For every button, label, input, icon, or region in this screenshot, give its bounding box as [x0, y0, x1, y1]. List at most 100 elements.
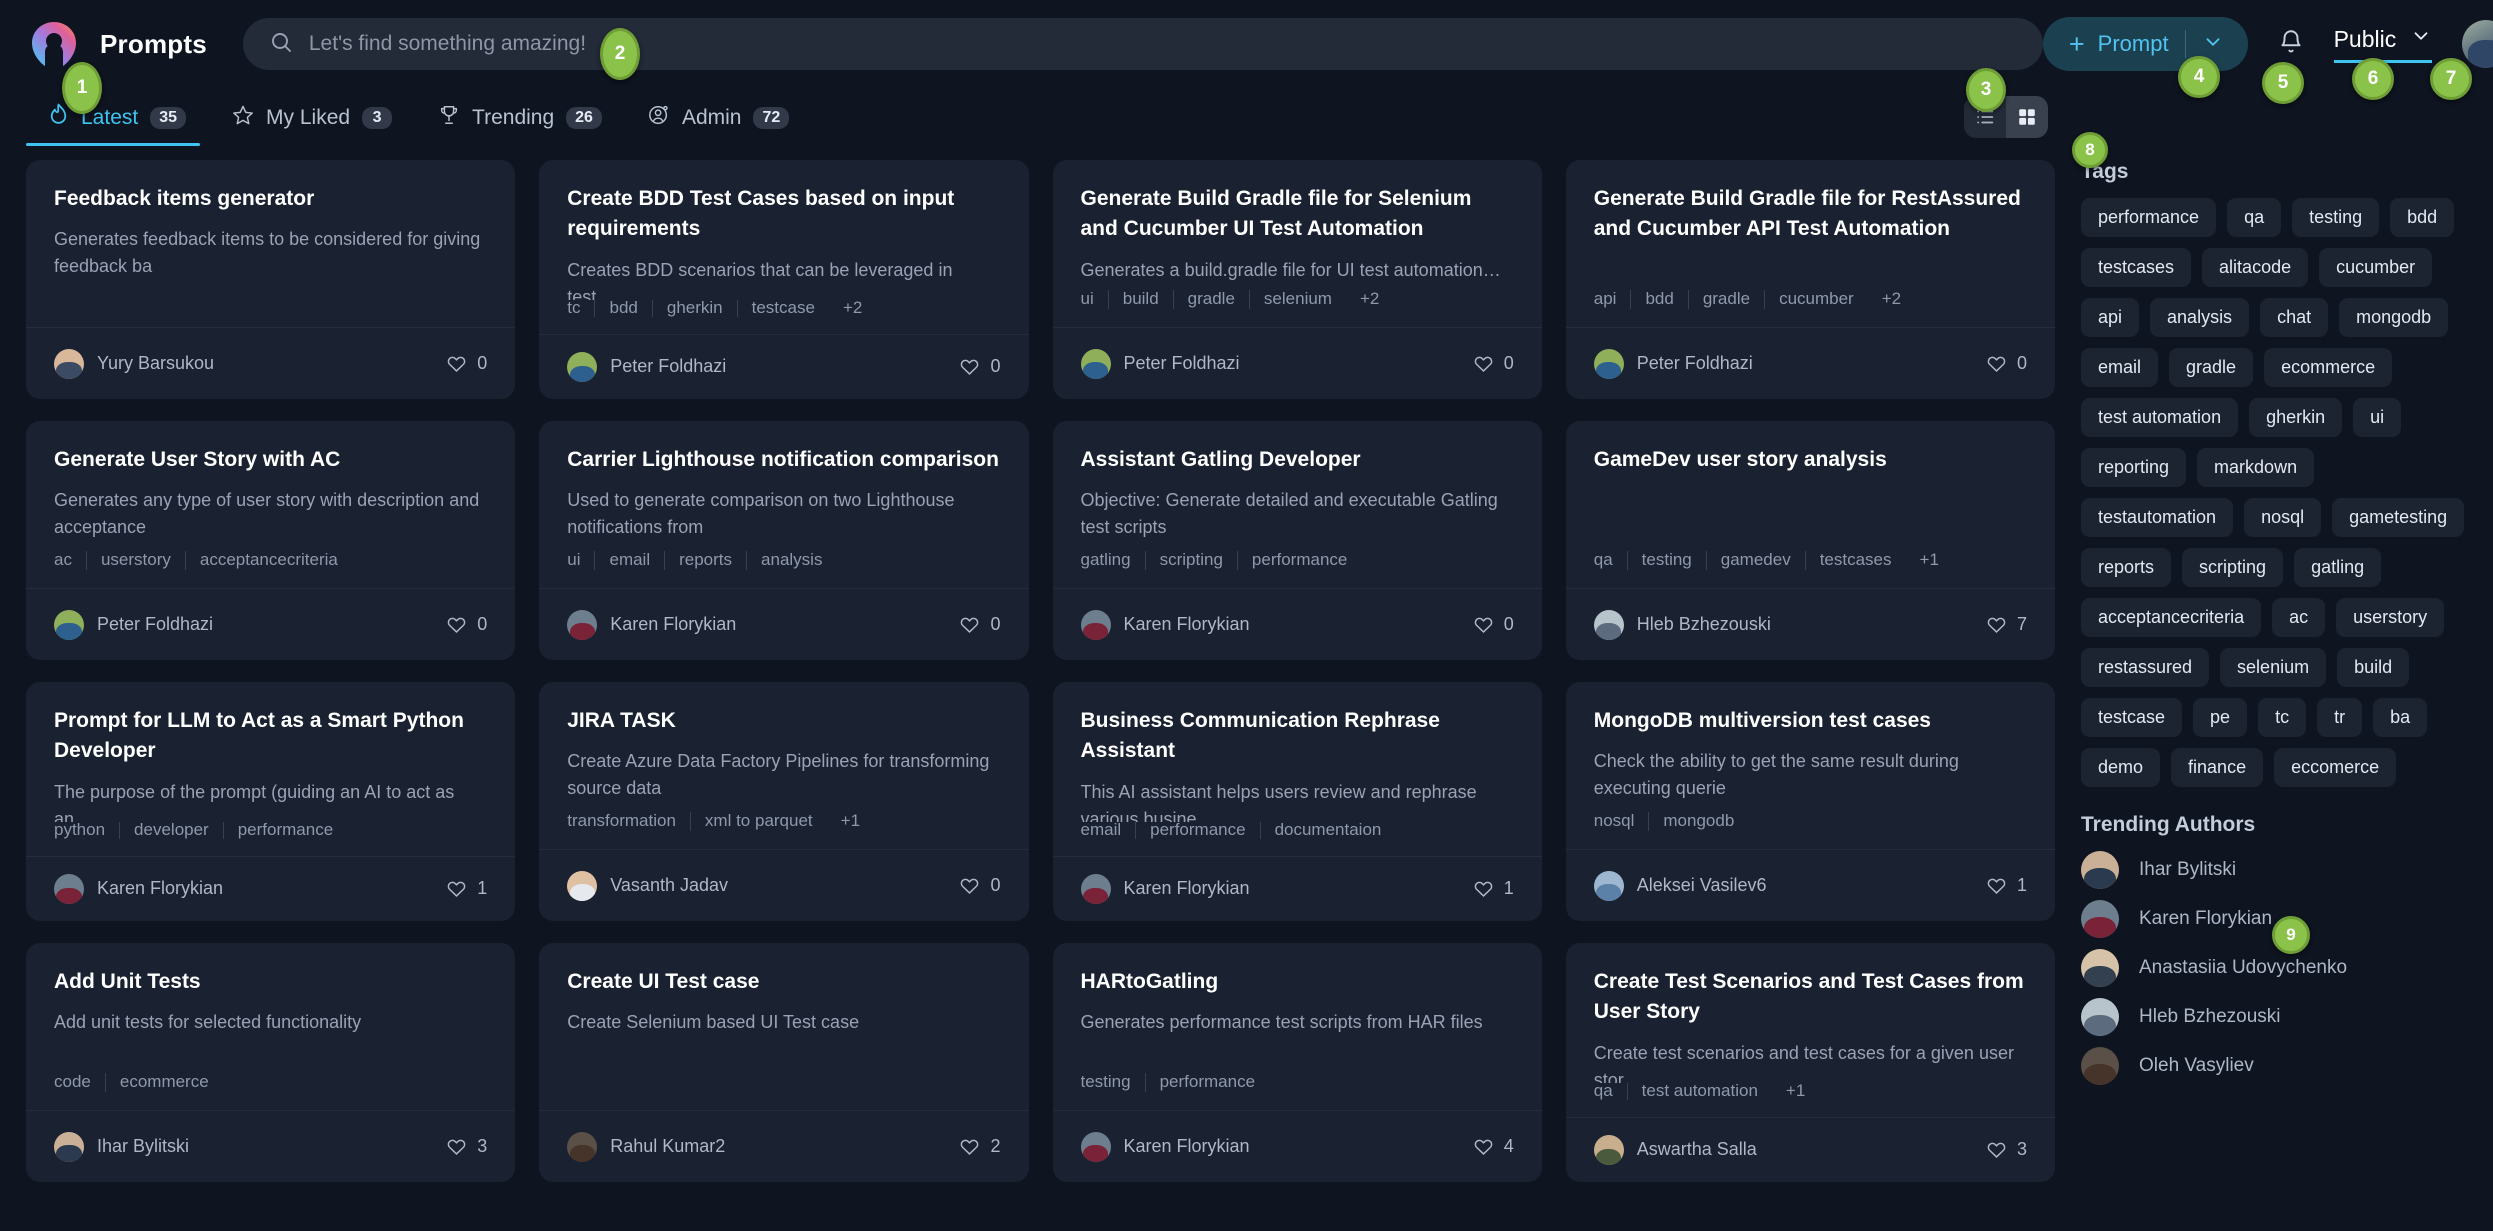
card-tag[interactable]: gherkin — [653, 300, 737, 318]
sidebar-tag[interactable]: userstory — [2336, 598, 2445, 637]
card-tag[interactable]: gatling — [1081, 550, 1145, 570]
card-tag[interactable]: nosql — [1594, 811, 1649, 831]
prompt-card[interactable]: Create BDD Test Cases based on input req… — [539, 160, 1029, 399]
chevron-down-icon[interactable] — [2202, 31, 2224, 58]
card-tag[interactable]: test automation — [1628, 1083, 1772, 1101]
prompt-card[interactable]: Carrier Lighthouse notification comparis… — [539, 421, 1029, 660]
add-prompt-button[interactable]: + Prompt — [2042, 17, 2248, 71]
card-author[interactable]: Karen Florykian — [567, 609, 736, 640]
sidebar-tag[interactable]: tc — [2258, 698, 2307, 737]
sidebar-tag[interactable]: demo — [2081, 748, 2161, 787]
sidebar-tag[interactable]: bdd — [2390, 198, 2455, 237]
card-tag[interactable]: reports — [665, 550, 746, 570]
like-button[interactable]: 0 — [959, 875, 1001, 896]
sidebar-tag[interactable]: gametesting — [2332, 498, 2465, 537]
sidebar-tag[interactable]: tr — [2317, 698, 2363, 737]
card-tag[interactable]: gamedev — [1707, 550, 1805, 570]
sidebar-tag[interactable]: mongodb — [2339, 298, 2449, 337]
trending-author-item[interactable]: Anastasiia Udovychenko — [2081, 949, 2467, 987]
card-tag[interactable]: api — [1594, 289, 1631, 309]
sidebar-tag[interactable]: restassured — [2081, 648, 2210, 687]
like-button[interactable]: 3 — [446, 1136, 487, 1157]
sidebar-tag[interactable]: testcases — [2081, 248, 2192, 287]
like-button[interactable]: 1 — [1986, 875, 2027, 896]
card-tag-overflow[interactable]: +2 — [1346, 289, 1379, 309]
card-tag[interactable]: tc — [567, 300, 594, 318]
like-button[interactable]: 0 — [959, 614, 1001, 635]
card-tag[interactable]: testcases — [1806, 550, 1906, 570]
card-tag[interactable]: testing — [1081, 1072, 1145, 1092]
card-author[interactable]: Karen Florykian — [1080, 873, 1250, 904]
like-button[interactable]: 4 — [1473, 1136, 1514, 1157]
sidebar-tag[interactable]: markdown — [2197, 448, 2315, 487]
card-author[interactable]: Karen Florykian — [54, 873, 223, 904]
card-tag[interactable]: transformation — [567, 811, 690, 831]
card-tag[interactable]: ac — [54, 550, 86, 570]
sidebar-tag[interactable]: ui — [2353, 398, 2402, 437]
sidebar-tag[interactable]: ac — [2272, 598, 2326, 637]
prompt-card[interactable]: Generate Build Gradle file for Selenium … — [1052, 160, 1542, 399]
visibility-selector[interactable]: Public — [2333, 25, 2433, 63]
grid-view-icon[interactable] — [2006, 96, 2048, 138]
card-author[interactable]: Peter Foldhazi — [1593, 348, 1753, 379]
tab-admin[interactable]: Admin 72 — [626, 104, 813, 146]
prompt-card[interactable]: Generate Build Gradle file for RestAssur… — [1565, 160, 2055, 399]
brand[interactable]: Prompts — [26, 16, 207, 72]
card-tag[interactable]: performance — [224, 822, 347, 840]
sidebar-tag[interactable]: gherkin — [2249, 398, 2343, 437]
sidebar-tag[interactable]: build — [2337, 648, 2410, 687]
trending-author-item[interactable]: Hleb Bzhezouski — [2081, 998, 2467, 1036]
like-button[interactable]: 0 — [1473, 353, 1514, 374]
card-tag[interactable]: ui — [567, 550, 594, 570]
search-input[interactable]: Let's find something amazing! — [242, 18, 2043, 70]
prompt-card[interactable]: MongoDB multiversion test cases Check the… — [1565, 682, 2055, 921]
card-author[interactable]: Ihar Bylitski — [54, 1131, 189, 1162]
card-author[interactable]: Aswartha Salla — [1593, 1134, 1757, 1165]
card-author[interactable]: Peter Foldhazi — [1080, 348, 1240, 379]
like-button[interactable]: 2 — [959, 1136, 1001, 1157]
card-tag[interactable]: code — [54, 1072, 105, 1092]
card-tag[interactable]: selenium — [1250, 289, 1346, 309]
card-tag[interactable]: mongodb — [1649, 811, 1748, 831]
trending-author-item[interactable]: Ihar Bylitski — [2081, 851, 2467, 889]
sidebar-tag[interactable]: test automation — [2081, 398, 2239, 437]
card-tag[interactable]: performance — [1136, 822, 1259, 840]
card-tag[interactable]: bdd — [1631, 289, 1687, 309]
card-author[interactable]: Peter Foldhazi — [54, 609, 213, 640]
sidebar-tag[interactable]: acceptancecriteria — [2081, 598, 2262, 637]
like-button[interactable]: 1 — [446, 878, 487, 899]
sidebar-tag[interactable]: cucumber — [2319, 248, 2433, 287]
sidebar-tag[interactable]: testing — [2292, 198, 2380, 237]
prompt-card[interactable]: Create UI Test case Create Selenium based… — [539, 943, 1029, 1182]
card-tag[interactable]: email — [1081, 822, 1136, 840]
sidebar-tag[interactable]: testautomation — [2081, 498, 2234, 537]
like-button[interactable]: 0 — [959, 356, 1001, 377]
card-tag[interactable]: testcase — [738, 300, 829, 318]
sidebar-tag[interactable]: performance — [2081, 198, 2217, 237]
sidebar-tag[interactable]: gradle — [2169, 348, 2254, 387]
card-tag[interactable]: ecommerce — [106, 1072, 223, 1092]
card-tag[interactable]: bdd — [595, 300, 651, 318]
card-author[interactable]: Vasanth Jadav — [567, 870, 728, 901]
card-author[interactable]: Hleb Bzhezouski — [1593, 609, 1771, 640]
card-tag[interactable]: documentaion — [1261, 822, 1396, 840]
tab-latest[interactable]: Latest 35 — [26, 103, 210, 146]
card-tag[interactable]: scripting — [1146, 550, 1237, 570]
card-tag[interactable]: build — [1109, 289, 1173, 309]
like-button[interactable]: 0 — [446, 614, 487, 635]
card-tag[interactable]: userstory — [87, 550, 185, 570]
card-tag[interactable]: ui — [1081, 289, 1108, 309]
card-tag-overflow[interactable]: +1 — [1906, 550, 1939, 570]
tab-my-liked[interactable]: My Liked 3 — [210, 104, 416, 146]
sidebar-tag[interactable]: pe — [2193, 698, 2248, 737]
prompt-card[interactable]: Prompt for LLM to Act as a Smart Python … — [26, 682, 516, 921]
card-tag[interactable]: developer — [120, 822, 223, 840]
avatar[interactable] — [2462, 20, 2493, 68]
sidebar-tag[interactable]: scripting — [2182, 548, 2284, 587]
like-button[interactable]: 0 — [1473, 614, 1514, 635]
card-tag-overflow[interactable]: +1 — [1772, 1083, 1805, 1101]
sidebar-tag[interactable]: alitacode — [2202, 248, 2309, 287]
card-tag[interactable]: email — [595, 550, 664, 570]
prompt-card[interactable]: Feedback items generator Generates feedba… — [26, 160, 516, 399]
sidebar-tag[interactable]: gatling — [2294, 548, 2382, 587]
